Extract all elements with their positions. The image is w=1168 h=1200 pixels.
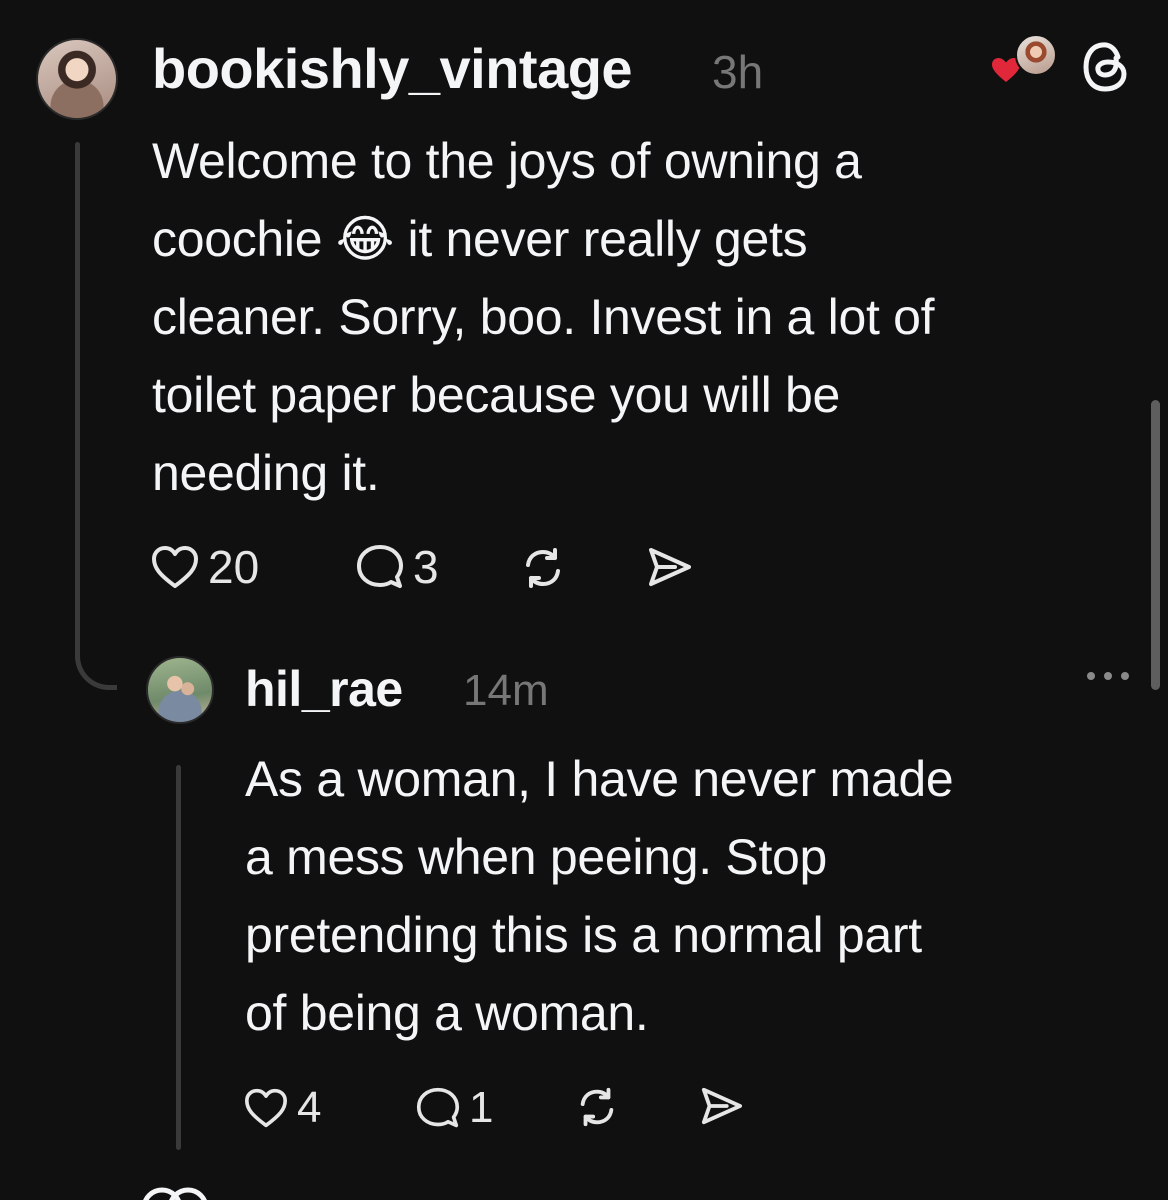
avatar-stack-icon: [143, 1187, 207, 1200]
like-count: 20: [208, 541, 260, 593]
reply-button[interactable]: 1: [415, 1083, 493, 1133]
reply-text: As a woman, I have never made a mess whe…: [245, 751, 954, 1041]
more-options-icon[interactable]: [1085, 668, 1131, 689]
thread-line: [176, 765, 181, 1150]
repost-button[interactable]: [575, 1085, 619, 1129]
scrollbar[interactable]: [1151, 400, 1160, 690]
like-button[interactable]: 20: [150, 542, 259, 592]
share-button[interactable]: [698, 1085, 744, 1127]
post-username[interactable]: bookishly_vintage: [152, 36, 633, 102]
heart-outline-icon: [244, 1088, 287, 1128]
next-item-cutoff: [140, 1186, 640, 1200]
repost-icon: [580, 1087, 614, 1127]
reply-timestamp: 14m: [463, 666, 549, 715]
post-timestamp: 3h: [712, 46, 764, 98]
avatar-hil-rae[interactable]: [146, 656, 214, 724]
liked-by-avatar[interactable]: [1015, 34, 1057, 76]
laughing-emoji: 😂: [335, 210, 394, 268]
like-count: 4: [297, 1083, 322, 1132]
reply-username[interactable]: hil_rae: [245, 658, 403, 720]
send-icon: [649, 548, 691, 586]
share-button[interactable]: [645, 545, 693, 589]
repost-icon: [526, 548, 560, 588]
threads-logo-icon[interactable]: [1080, 38, 1134, 101]
thread-connector: [75, 630, 117, 690]
heart-outline-icon: [152, 546, 198, 588]
avatar-bookishly-vintage[interactable]: [36, 38, 118, 120]
reply-button[interactable]: 3: [355, 542, 439, 592]
reply-count: 3: [413, 541, 439, 593]
post-text: Welcome to the joys of owning a coochie …: [152, 133, 935, 501]
thread-line: [75, 142, 80, 647]
like-button[interactable]: 4: [243, 1083, 321, 1133]
send-icon: [701, 1087, 742, 1125]
reply-count: 1: [469, 1083, 494, 1132]
comment-bubble-icon: [357, 545, 403, 588]
comment-bubble-icon: [416, 1087, 460, 1128]
repost-button[interactable]: [520, 545, 566, 591]
